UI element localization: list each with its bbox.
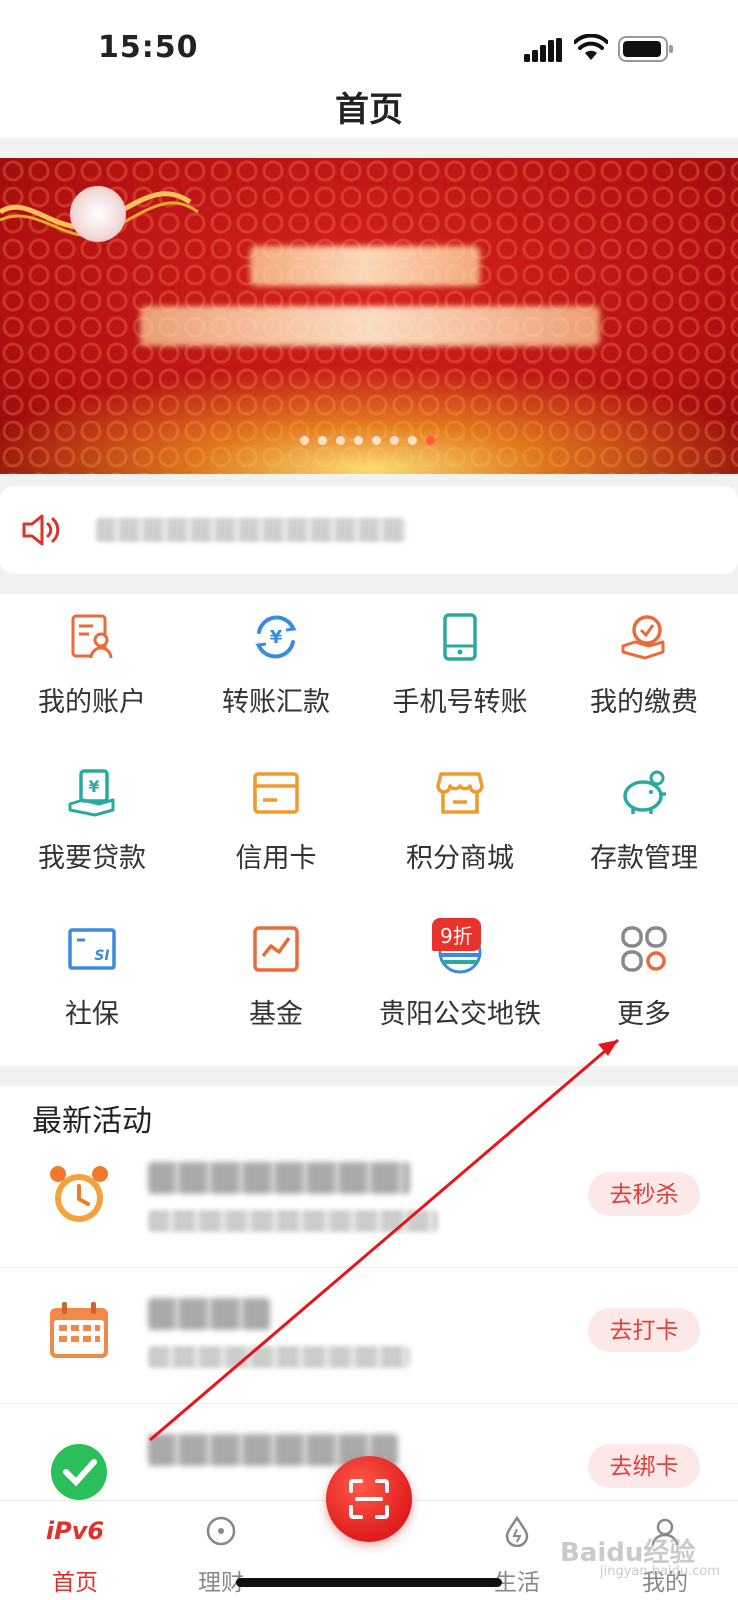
grid-item-deposit[interactable]: 存款管理 [552,750,736,900]
seckill-button[interactable]: 去秒杀 [588,1172,700,1216]
svg-text:¥: ¥ [88,777,99,796]
loan-icon: ¥ [68,769,115,817]
activity-subtitle-blurred [148,1210,438,1232]
banner-dot[interactable] [390,436,399,445]
activity-title-blurred [148,1162,410,1194]
banner-headline [250,246,480,286]
scan-button[interactable] [326,1456,412,1542]
svg-text:SI: SI [94,948,109,964]
banner-glow [0,364,738,474]
grid-item-social-security[interactable]: SI 社保 [0,906,184,1056]
banner-subheadline [140,306,600,346]
droplet-icon [505,1515,529,1547]
banner-dot[interactable] [336,436,345,445]
status-bar: 15:50 [0,0,738,80]
grid-item-more[interactable]: 更多 [552,906,736,1056]
notice-text-blurred [96,518,406,542]
svg-text:¥: ¥ [270,627,283,648]
speaker-icon [22,514,60,546]
activity-title-blurred [148,1298,270,1330]
check-in-button[interactable]: 去打卡 [588,1308,700,1352]
activities-section: 最新活动 去秒杀 去打卡 去绑卡 [0,1086,738,1510]
credit-card-icon [253,772,299,814]
alarm-clock-icon [50,1166,108,1222]
grid-label: 更多 [617,999,671,1030]
grid-label: 基金 [249,999,303,1030]
shop-icon [436,772,484,814]
page-title: 首页 [335,90,403,130]
grid-label: 我的缴费 [590,687,698,718]
calendar-icon [50,1302,108,1358]
cellular-signal-icon [524,38,562,62]
fund-icon [253,926,299,972]
grid-item-loan[interactable]: ¥ 我要贷款 [0,750,184,900]
grid-item-my-payment[interactable]: 我的缴费 [552,594,736,744]
more-icon [621,926,667,972]
grid-label: 我的账户 [38,687,146,718]
piggy-bank-icon [623,770,666,814]
check-icon [51,1444,107,1500]
grid-label: 社保 [65,999,119,1030]
banner-dot[interactable] [318,436,327,445]
social-security-icon: SI [68,928,116,970]
grid-label: 我要贷款 [38,843,146,874]
banner-dot-active[interactable] [426,436,435,445]
account-icon [71,614,113,659]
nav-bar: 首页 [0,80,738,138]
bind-card-button[interactable]: 去绑卡 [588,1444,700,1488]
watermark-url: jingyan.baidu.com [600,1564,720,1579]
battery-icon [618,36,673,62]
grid-label: 积分商城 [406,843,514,874]
grid-label: 转账汇款 [222,687,330,718]
phone-transfer-icon [443,613,477,661]
payment-icon [621,615,665,660]
grid-label: 存款管理 [590,843,698,874]
feature-grid: 我的账户 ¥ 转账汇款 手机号转账 我的缴费 ¥ 我要贷款 信用卡 积分商城 存… [0,594,738,1066]
banner-dot[interactable] [372,436,381,445]
banner-dot[interactable] [300,436,309,445]
grid-item-credit-card[interactable]: 信用卡 [184,750,368,900]
wifi-icon [574,34,608,60]
status-time: 15:50 [98,30,199,65]
grid-item-phone-transfer[interactable]: 手机号转账 [368,594,552,744]
grid-item-fund[interactable]: 基金 [184,906,368,1056]
grid-label: 手机号转账 [392,687,528,718]
scan-icon [349,1479,389,1519]
grid-label: 信用卡 [235,843,317,874]
banner-pagination[interactable] [300,436,435,445]
promo-banner[interactable] [0,158,738,474]
activity-row[interactable]: 去打卡 [0,1270,738,1404]
activity-subtitle-blurred [148,1346,410,1368]
ipv6-logo: iPv6 [45,1517,105,1545]
notice-bar[interactable] [0,486,738,574]
tab-label: 首页 [52,1570,98,1596]
grid-item-my-account[interactable]: 我的账户 [0,594,184,744]
grid-label: 贵阳公交地铁 [379,999,541,1030]
home-indicator [236,1578,502,1587]
grid-item-transfer[interactable]: ¥ 转账汇款 [184,594,368,744]
tab-home[interactable]: iPv6 首页 [10,1501,140,1600]
banner-dot[interactable] [354,436,363,445]
discount-badge: 9折 [432,918,481,951]
transfer-icon: ¥ [255,615,297,659]
banner-dot[interactable] [408,436,417,445]
activity-row[interactable]: 去秒杀 [0,1134,738,1268]
compass-icon [206,1516,236,1546]
bank-logo [70,186,126,242]
grid-item-points-mall[interactable]: 积分商城 [368,750,552,900]
